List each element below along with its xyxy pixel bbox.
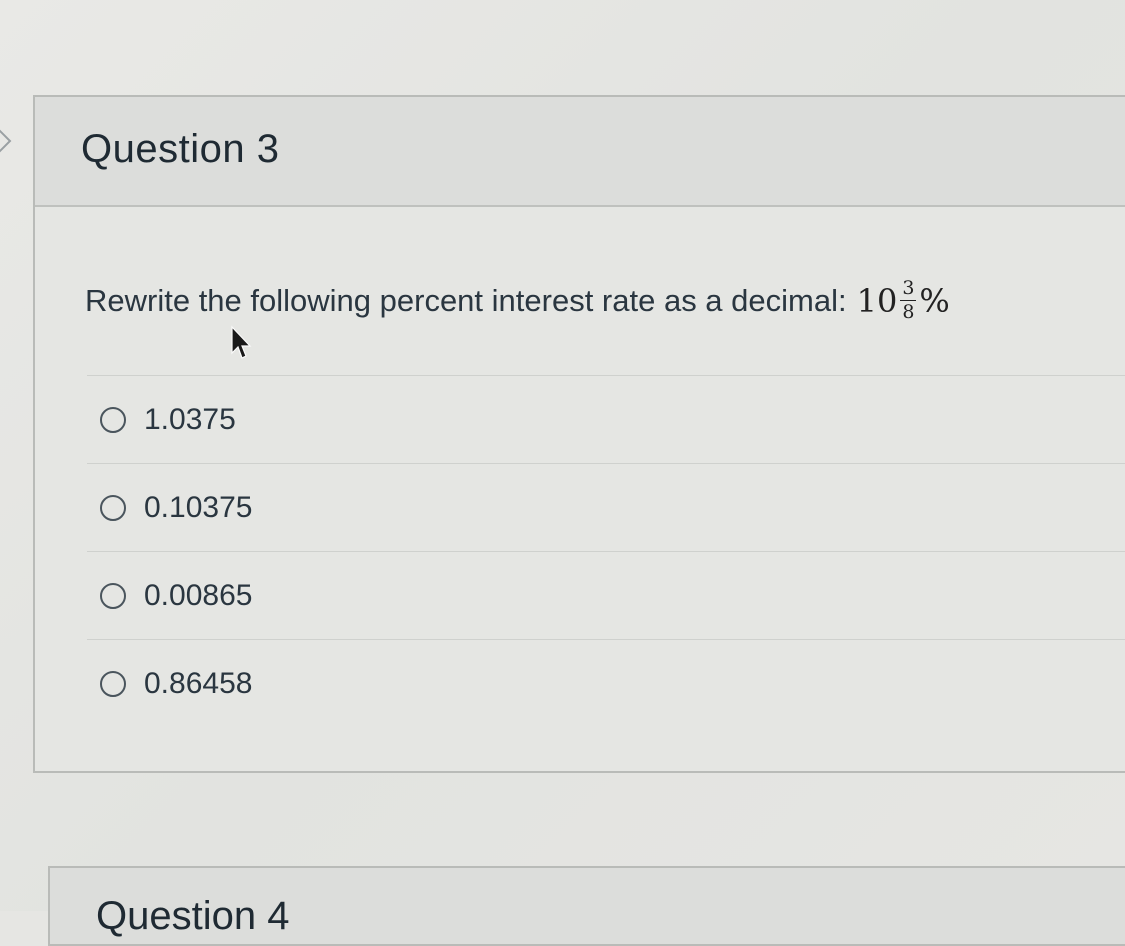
answer-label[interactable]: 1.0375 (144, 403, 236, 437)
radio-button-icon[interactable] (100, 406, 126, 433)
answer-option-3[interactable]: 0.00865 (87, 551, 1125, 639)
rate-fraction: 3 8 (900, 277, 917, 323)
mouse-pointer-icon (231, 325, 252, 359)
next-question-title: Question 4 (96, 894, 290, 938)
answer-option-1[interactable]: 1.0375 (87, 375, 1125, 463)
rate-whole: 10 (856, 281, 898, 320)
answer-label[interactable]: 0.86458 (144, 667, 252, 701)
rate-numerator: 3 (900, 277, 917, 301)
question-prompt: Rewrite the following percent interest r… (85, 279, 950, 322)
answer-label[interactable]: 0.10375 (144, 491, 252, 525)
answer-options: 1.0375 0.10375 0.00865 0.86458 (87, 375, 1125, 727)
question-header: Question 3 (35, 97, 1125, 207)
next-question-card: Question 4 (48, 866, 1125, 946)
answer-label[interactable]: 0.00865 (144, 579, 252, 613)
answer-option-2[interactable]: 0.10375 (87, 463, 1125, 551)
question-title: Question 3 (81, 127, 280, 171)
radio-button-icon[interactable] (100, 582, 126, 609)
rate-expression: 10 3 8 % (857, 279, 950, 322)
radio-button-icon[interactable] (100, 494, 126, 521)
rate-unit: % (919, 281, 950, 320)
answer-option-4[interactable]: 0.86458 (87, 639, 1125, 727)
question-card: Question 3 Rewrite the following percent… (33, 95, 1125, 773)
prompt-text: Rewrite the following percent interest r… (85, 282, 847, 318)
radio-button-icon[interactable] (100, 670, 126, 697)
chevron-right-icon[interactable] (0, 126, 16, 156)
rate-denominator: 8 (902, 301, 915, 323)
